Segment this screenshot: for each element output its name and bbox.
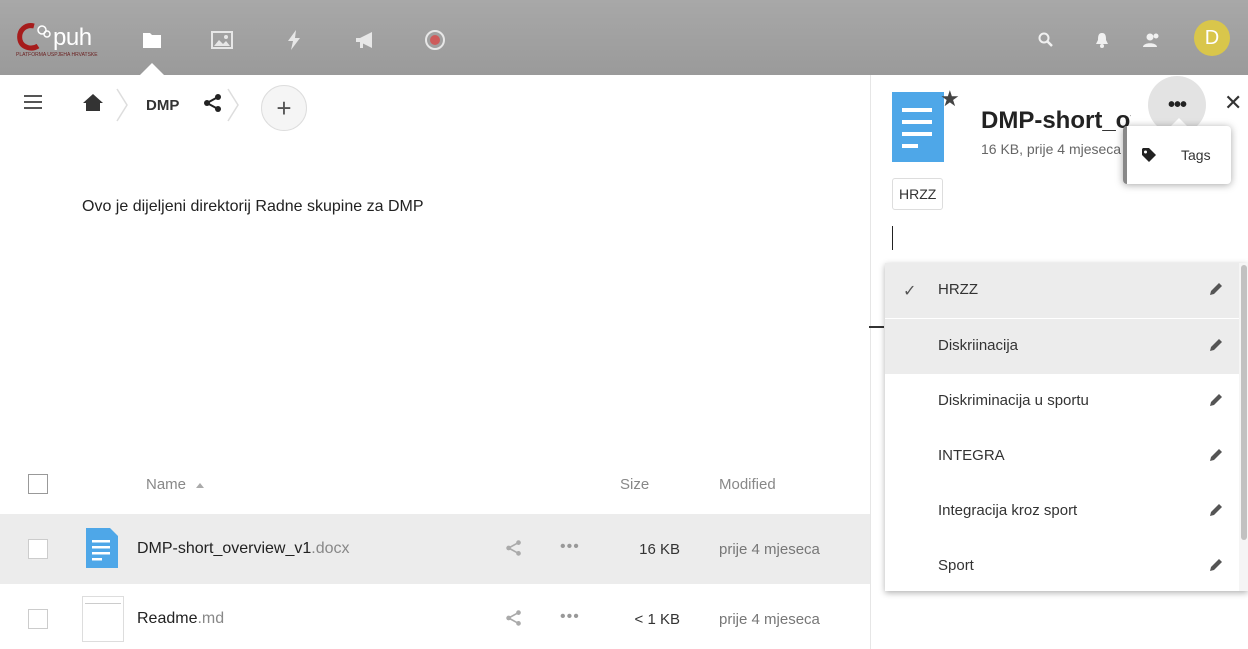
circles-icon[interactable] bbox=[423, 28, 447, 52]
close-icon[interactable]: ✕ bbox=[1224, 90, 1242, 116]
scrollbar-thumb[interactable] bbox=[1241, 265, 1247, 540]
add-new-button[interactable]: + bbox=[261, 85, 307, 131]
file-basename: DMP-short_overview_v1 bbox=[137, 540, 312, 557]
document-icon bbox=[892, 92, 944, 162]
breadcrumb: DMP + bbox=[0, 75, 870, 139]
breadcrumb-separator-icon bbox=[227, 88, 239, 122]
file-modified: prije 4 mjeseca bbox=[719, 541, 820, 558]
gallery-icon[interactable] bbox=[210, 28, 234, 52]
tag-option-label: Diskriminacija u sportu bbox=[938, 392, 1089, 409]
tags-popover-menu[interactable]: Tags bbox=[1123, 126, 1231, 184]
tag-option[interactable]: Diskriminacija u sportu bbox=[885, 374, 1240, 429]
sidebar-file-title: DMP-short_overview_v1.docx bbox=[981, 107, 1131, 134]
tags-menu-item[interactable]: Tags bbox=[1181, 147, 1211, 163]
column-name-label: Name bbox=[146, 476, 187, 493]
logo-text: puh bbox=[53, 24, 92, 51]
share-icon[interactable] bbox=[505, 539, 523, 557]
row-checkbox[interactable] bbox=[28, 539, 48, 559]
file-size: 16 KB bbox=[639, 541, 680, 558]
menu-toggle-icon[interactable] bbox=[24, 95, 42, 111]
file-table-header: Name Size Modified bbox=[0, 457, 870, 513]
announcements-icon[interactable] bbox=[354, 28, 378, 52]
activity-icon[interactable] bbox=[282, 28, 306, 52]
edit-pencil-icon[interactable] bbox=[1208, 337, 1224, 353]
tag-option[interactable]: ✓ HRZZ bbox=[885, 263, 1240, 318]
avatar-initial: D bbox=[1204, 26, 1220, 49]
tag-option-label: INTEGRA bbox=[938, 447, 1005, 464]
edit-pencil-icon[interactable] bbox=[1208, 392, 1224, 408]
edit-pencil-icon[interactable] bbox=[1208, 281, 1224, 297]
tag-option-label: Diskriinacija bbox=[938, 337, 1019, 354]
logo-mark-icon bbox=[17, 23, 51, 51]
document-icon bbox=[86, 528, 118, 568]
file-name[interactable]: Readme.md bbox=[137, 610, 224, 628]
folder-description: Ovo je dijeljeni direktorij Radne skupin… bbox=[82, 198, 424, 215]
share-icon[interactable] bbox=[203, 93, 223, 113]
more-actions-icon[interactable]: ••• bbox=[560, 608, 580, 626]
file-size: < 1 KB bbox=[634, 611, 680, 628]
table-row[interactable]: DMP-short_overview_v1.docx ••• 16 KB pri… bbox=[0, 514, 870, 584]
file-name[interactable]: DMP-short_overview_v1.docx bbox=[137, 540, 350, 558]
tag-option[interactable]: INTEGRA bbox=[885, 429, 1240, 484]
files-icon[interactable] bbox=[140, 28, 164, 52]
file-extension: .md bbox=[197, 610, 225, 627]
home-icon[interactable] bbox=[82, 92, 104, 112]
user-avatar[interactable]: D bbox=[1194, 20, 1230, 56]
table-row[interactable]: Readme.md ••• < 1 KB prije 4 mjeseca bbox=[0, 584, 870, 649]
favorite-star-icon[interactable]: ★ bbox=[940, 86, 960, 112]
contacts-icon[interactable] bbox=[1140, 28, 1164, 52]
tag-input-cursor[interactable] bbox=[892, 226, 893, 250]
panel-edge-marker bbox=[869, 326, 884, 328]
tag-option-label: HRZZ bbox=[938, 281, 978, 298]
share-icon[interactable] bbox=[505, 609, 523, 627]
tag-option-label: Integracija kroz sport bbox=[938, 502, 1078, 519]
tag-icon bbox=[1142, 148, 1156, 162]
column-name-header[interactable]: Name bbox=[146, 476, 205, 493]
add-label: + bbox=[276, 92, 292, 123]
edit-pencil-icon[interactable] bbox=[1208, 447, 1224, 463]
file-modified: prije 4 mjeseca bbox=[719, 611, 820, 628]
dropdown-scrollbar[interactable] bbox=[1239, 263, 1248, 591]
tag-option[interactable]: Integracija kroz sport bbox=[885, 484, 1240, 539]
file-extension: .docx bbox=[311, 540, 350, 557]
active-nav-indicator bbox=[140, 63, 164, 75]
logo-subtext: PLATFORMA USPJEHA HRVATSKE bbox=[16, 52, 98, 58]
sort-ascending-icon bbox=[196, 482, 205, 488]
breadcrumb-separator-icon bbox=[116, 88, 128, 122]
tag-dropdown[interactable]: ✓ HRZZ Diskriinacija Diskriminacija u sp… bbox=[885, 263, 1248, 591]
row-checkbox[interactable] bbox=[28, 609, 48, 629]
tag-option[interactable]: Sport bbox=[885, 539, 1240, 591]
selected-tag-chip[interactable]: HRZZ bbox=[892, 178, 944, 210]
notifications-icon[interactable] bbox=[1090, 28, 1114, 52]
popover-active-bar bbox=[1123, 126, 1127, 184]
column-modified-header[interactable]: Modified bbox=[719, 476, 776, 493]
file-basename: Readme bbox=[137, 610, 198, 627]
check-icon: ✓ bbox=[903, 283, 917, 300]
edit-pencil-icon[interactable] bbox=[1208, 502, 1224, 518]
sidebar-file-meta: 16 KB, prije 4 mjeseca bbox=[981, 141, 1122, 157]
sidebar-divider bbox=[870, 75, 871, 649]
column-size-header[interactable]: Size bbox=[620, 476, 649, 493]
tag-option[interactable]: Diskriinacija bbox=[885, 319, 1240, 374]
select-all-checkbox[interactable] bbox=[28, 474, 48, 494]
text-file-icon bbox=[82, 596, 124, 642]
breadcrumb-folder[interactable]: DMP bbox=[146, 97, 179, 114]
tag-option-label: Sport bbox=[938, 557, 974, 574]
more-actions-icon[interactable]: ••• bbox=[560, 538, 580, 556]
search-icon[interactable] bbox=[1034, 28, 1058, 52]
app-logo[interactable]: puh PLATFORMA USPJEHA HRVATSKE bbox=[16, 22, 126, 62]
app-header: puh PLATFORMA USPJEHA HRVATSKE D bbox=[0, 0, 1248, 75]
edit-pencil-icon[interactable] bbox=[1208, 557, 1224, 573]
